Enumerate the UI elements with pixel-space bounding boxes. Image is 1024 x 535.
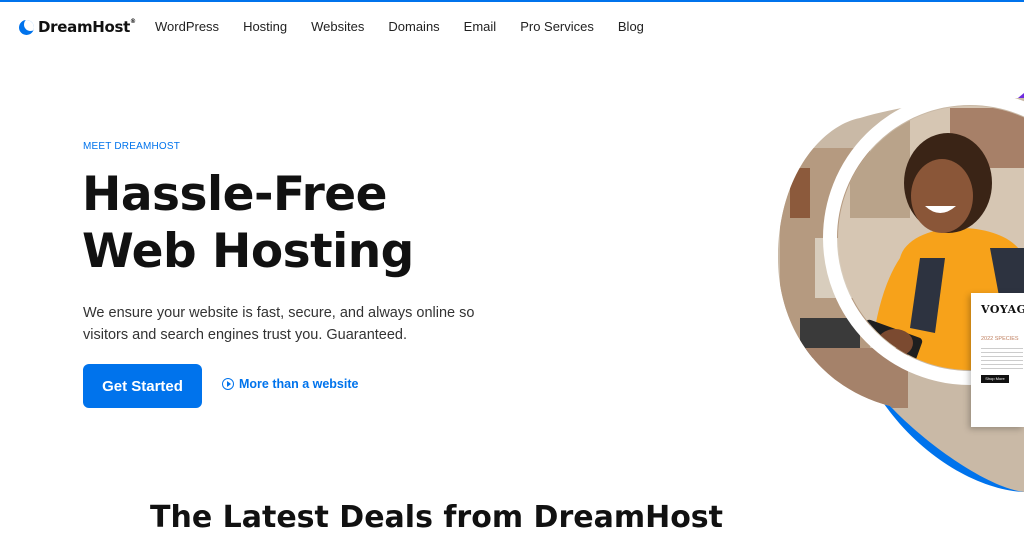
nav-item-pro-services[interactable]: Pro Services <box>520 19 594 34</box>
voyage-shop-button: Shop More <box>981 375 1009 383</box>
main-navigation: DreamHost® WordPress Hosting Websites Do… <box>0 2 1024 52</box>
hero-illustration <box>778 88 1024 492</box>
get-started-button[interactable]: Get Started <box>83 364 202 408</box>
headline-line-1: Hassle-Free <box>82 167 388 222</box>
next-section-heading: The Latest Deals from DreamHost <box>150 500 724 535</box>
voyage-title: VOYAGE <box>981 303 1024 316</box>
video-link-label: More than a website <box>239 377 359 391</box>
hero-subtitle: We ensure your website is fast, secure, … <box>83 305 475 343</box>
headline-line-2: Web Hosting <box>82 224 414 279</box>
hero-eyebrow: MEET DREAMHOST <box>83 141 181 152</box>
nav-item-blog[interactable]: Blog <box>618 19 644 34</box>
voyage-subtitle: 2022 SPECIES <box>981 336 1019 342</box>
brand-name: DreamHost® <box>38 18 136 36</box>
brand-logo[interactable]: DreamHost® <box>19 18 136 36</box>
nav-item-domains[interactable]: Domains <box>388 19 439 34</box>
more-than-a-website-link[interactable]: More than a website <box>222 377 358 391</box>
nav-item-email[interactable]: Email <box>464 19 497 34</box>
play-icon <box>222 378 234 390</box>
dreamhost-moon-icon <box>19 19 34 35</box>
voyage-website-preview: VOYAGE 2022 SPECIES Shop More <box>971 293 1024 427</box>
hero-headline: Hassle-Free Web Hosting <box>82 166 414 280</box>
voyage-body-text <box>981 348 1023 370</box>
nav-item-hosting[interactable]: Hosting <box>243 19 287 34</box>
nav-item-wordpress[interactable]: WordPress <box>155 19 219 34</box>
nav-item-websites[interactable]: Websites <box>311 19 364 34</box>
nav-links: WordPress Hosting Websites Domains Email… <box>155 19 668 34</box>
